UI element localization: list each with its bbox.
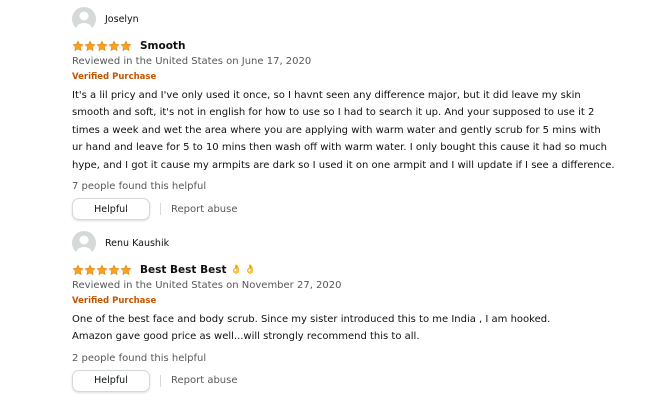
star-icon xyxy=(108,264,120,276)
avatar-icon xyxy=(72,231,96,255)
avatar-icon xyxy=(72,7,96,31)
star-icon xyxy=(72,264,84,276)
star-rating[interactable] xyxy=(72,40,132,52)
star-icon xyxy=(72,40,84,52)
helpful-count: 7 people found this helpful xyxy=(72,181,207,193)
star-icon xyxy=(120,264,132,276)
verified-purchase-badge: Verified Purchase xyxy=(72,72,157,82)
review-date: Reviewed in the United States on June 17… xyxy=(72,56,312,67)
ok-hand-emoji: 👌 👌 xyxy=(230,265,256,275)
star-icon xyxy=(120,40,132,52)
review-body: One of the best face and body scrub. Sin… xyxy=(72,314,551,343)
reviewer-profile[interactable]: Renu Kaushik xyxy=(72,230,632,256)
review-date: Reviewed in the United States on Novembe… xyxy=(72,280,342,291)
report-abuse-link[interactable]: Report abuse xyxy=(171,375,238,386)
divider xyxy=(160,203,161,216)
star-icon xyxy=(108,40,120,52)
review-title[interactable]: Smooth xyxy=(140,40,185,52)
star-rating[interactable] xyxy=(72,264,132,276)
star-icon xyxy=(96,264,108,276)
review-body: It's a lil pricy and I've only used it o… xyxy=(72,90,615,171)
review-title[interactable]: Best Best Best xyxy=(140,264,227,276)
review-card: Renu Kaushik Best Best Best 👌 👌 Reviewed… xyxy=(72,230,632,392)
reviewer-name: Joselyn xyxy=(105,13,139,25)
star-icon xyxy=(84,40,96,52)
review-card: Joselyn Smooth Reviewed in the United St… xyxy=(72,6,632,221)
verified-purchase-badge: Verified Purchase xyxy=(72,296,157,306)
helpful-button[interactable]: Helpful xyxy=(72,369,150,392)
report-abuse-link[interactable]: Report abuse xyxy=(171,204,238,215)
helpful-count: 2 people found this helpful xyxy=(72,352,207,364)
divider xyxy=(160,374,161,387)
star-icon xyxy=(96,40,108,52)
reviewer-name: Renu Kaushik xyxy=(105,237,170,249)
reviewer-profile[interactable]: Joselyn xyxy=(72,6,632,32)
helpful-button[interactable]: Helpful xyxy=(72,198,150,221)
star-icon xyxy=(84,264,96,276)
